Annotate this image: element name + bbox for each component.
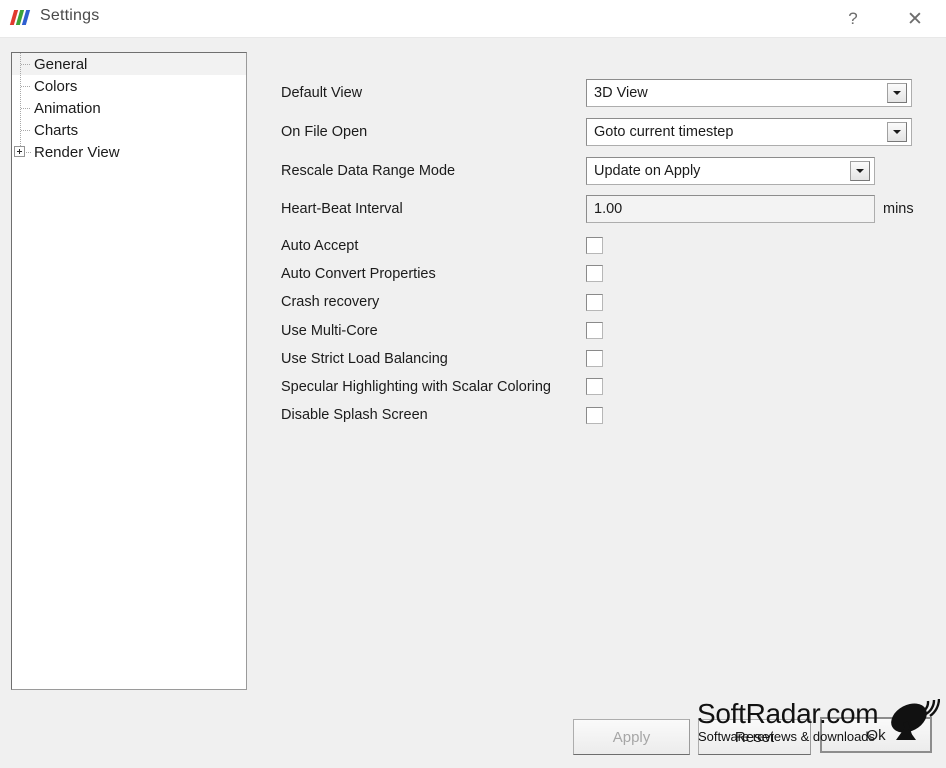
chevron-down-icon[interactable] [887,122,907,142]
heart-beat-interval-input[interactable]: 1.00 [586,195,875,223]
title-bar: Settings ? ✕ [0,0,946,38]
field-label: On File Open [281,124,368,140]
checkbox-label: Auto Accept [281,238,359,254]
combo-value: Goto current timestep [594,124,734,140]
field-label: Rescale Data Range Mode [281,163,456,179]
close-icon[interactable]: ✕ [892,0,938,38]
field-row-heartbeat: Heart-Beat Interval [281,195,403,223]
checkbox-row-disable-splash-screen: Disable Splash Screen [281,401,428,429]
apply-button[interactable]: Apply [573,719,690,755]
settings-dialog-body: General Colors Animation Charts Render V… [0,38,946,768]
use-multi-core-checkbox[interactable] [586,322,603,339]
specular-highlighting-checkbox[interactable] [586,378,603,395]
checkbox-row-use-strict-load-balancing: Use Strict Load Balancing [281,345,448,373]
checkbox-row-specular-highlighting: Specular Highlighting with Scalar Colori… [281,373,551,401]
checkbox-label: Use Strict Load Balancing [281,351,448,367]
chevron-down-icon[interactable] [850,161,870,181]
checkbox-label: Disable Splash Screen [281,407,428,423]
chevron-down-icon[interactable] [887,83,907,103]
field-row-default-view: Default View [281,79,362,107]
window-title: Settings [40,7,100,24]
checkbox-label: Specular Highlighting with Scalar Colori… [281,379,551,395]
checkbox-label: Use Multi-Core [281,323,378,339]
field-label: Heart-Beat Interval [281,201,403,217]
on-file-open-combo[interactable]: Goto current timestep [586,118,912,146]
help-button[interactable]: ? [830,0,876,38]
paraview-logo-icon [9,10,34,25]
checkbox-row-crash-recovery: Crash recovery [281,288,379,316]
general-settings-form: Default View 3D View On File Open Goto c… [0,38,946,698]
crash-recovery-checkbox[interactable] [586,294,603,311]
rescale-data-range-mode-combo[interactable]: Update on Apply [586,157,875,185]
checkbox-row-use-multi-core: Use Multi-Core [281,317,378,345]
checkbox-row-auto-accept: Auto Accept [281,232,358,260]
reset-button[interactable]: Reset [698,719,811,755]
checkbox-label: Crash recovery [281,294,380,310]
combo-value: 3D View [594,85,648,101]
checkbox-row-auto-convert-properties: Auto Convert Properties [281,260,436,288]
auto-convert-properties-checkbox[interactable] [586,265,603,282]
combo-value: Update on Apply [594,163,701,179]
auto-accept-checkbox[interactable] [586,237,603,254]
disable-splash-screen-checkbox[interactable] [586,407,603,424]
heart-beat-unit-label: mins [883,201,914,217]
field-row-rescale-mode: Rescale Data Range Mode [281,157,455,185]
checkbox-label: Auto Convert Properties [281,266,436,282]
use-strict-load-balancing-checkbox[interactable] [586,350,603,367]
field-label: Default View [281,85,363,101]
default-view-combo[interactable]: 3D View [586,79,912,107]
ok-button[interactable]: Ok [820,717,932,753]
field-row-on-file-open: On File Open [281,118,367,146]
